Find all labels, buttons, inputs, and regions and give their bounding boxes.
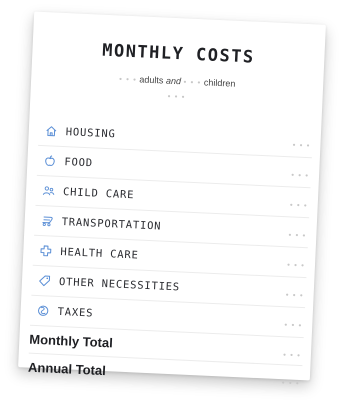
cost-value: • • • <box>286 260 306 271</box>
medical-cross-icon <box>37 242 54 259</box>
cost-value: • • • <box>289 200 308 211</box>
apple-icon <box>41 153 58 170</box>
annual-total-label: Annual Total <box>27 359 107 379</box>
cost-label: FOOD <box>64 155 94 169</box>
adults-label: adults <box>139 74 164 86</box>
connector-label: and <box>165 75 182 87</box>
cost-label: OTHER NECESSITIES <box>58 275 181 293</box>
cost-value: • • • <box>288 230 307 241</box>
tag-icon <box>36 272 53 289</box>
stage: MONTHLY COSTS • • • adults and • • • chi… <box>0 0 346 400</box>
cost-label: HEALTH CARE <box>60 245 139 262</box>
coins-icon <box>34 302 51 319</box>
cost-label: HOUSING <box>65 125 116 140</box>
children-count-placeholder: • • • <box>183 77 202 88</box>
monthly-total-value: • • • <box>282 350 302 361</box>
adults-count-placeholder: • • • <box>118 74 138 85</box>
cost-label: TAXES <box>57 305 94 320</box>
cost-value: • • • <box>284 320 303 331</box>
monthly-total-label: Monthly Total <box>29 331 114 351</box>
cost-value: • • • <box>292 140 311 151</box>
cost-label: CHILD CARE <box>62 185 135 201</box>
home-icon <box>42 123 59 140</box>
children-label: children <box>203 77 236 89</box>
bus-icon <box>38 212 55 229</box>
cost-list: HOUSING • • • FOOD • • • CHILD CARE • • … <box>27 115 314 393</box>
cost-label: TRANSPORTATION <box>61 215 162 233</box>
annual-total-value: • • • <box>281 378 300 388</box>
people-icon <box>40 183 57 200</box>
cost-value: • • • <box>291 170 310 181</box>
cost-value: • • • <box>285 290 304 301</box>
card-title: MONTHLY COSTS <box>101 40 256 68</box>
monthly-costs-card: MONTHLY COSTS • • • adults and • • • chi… <box>18 11 326 388</box>
